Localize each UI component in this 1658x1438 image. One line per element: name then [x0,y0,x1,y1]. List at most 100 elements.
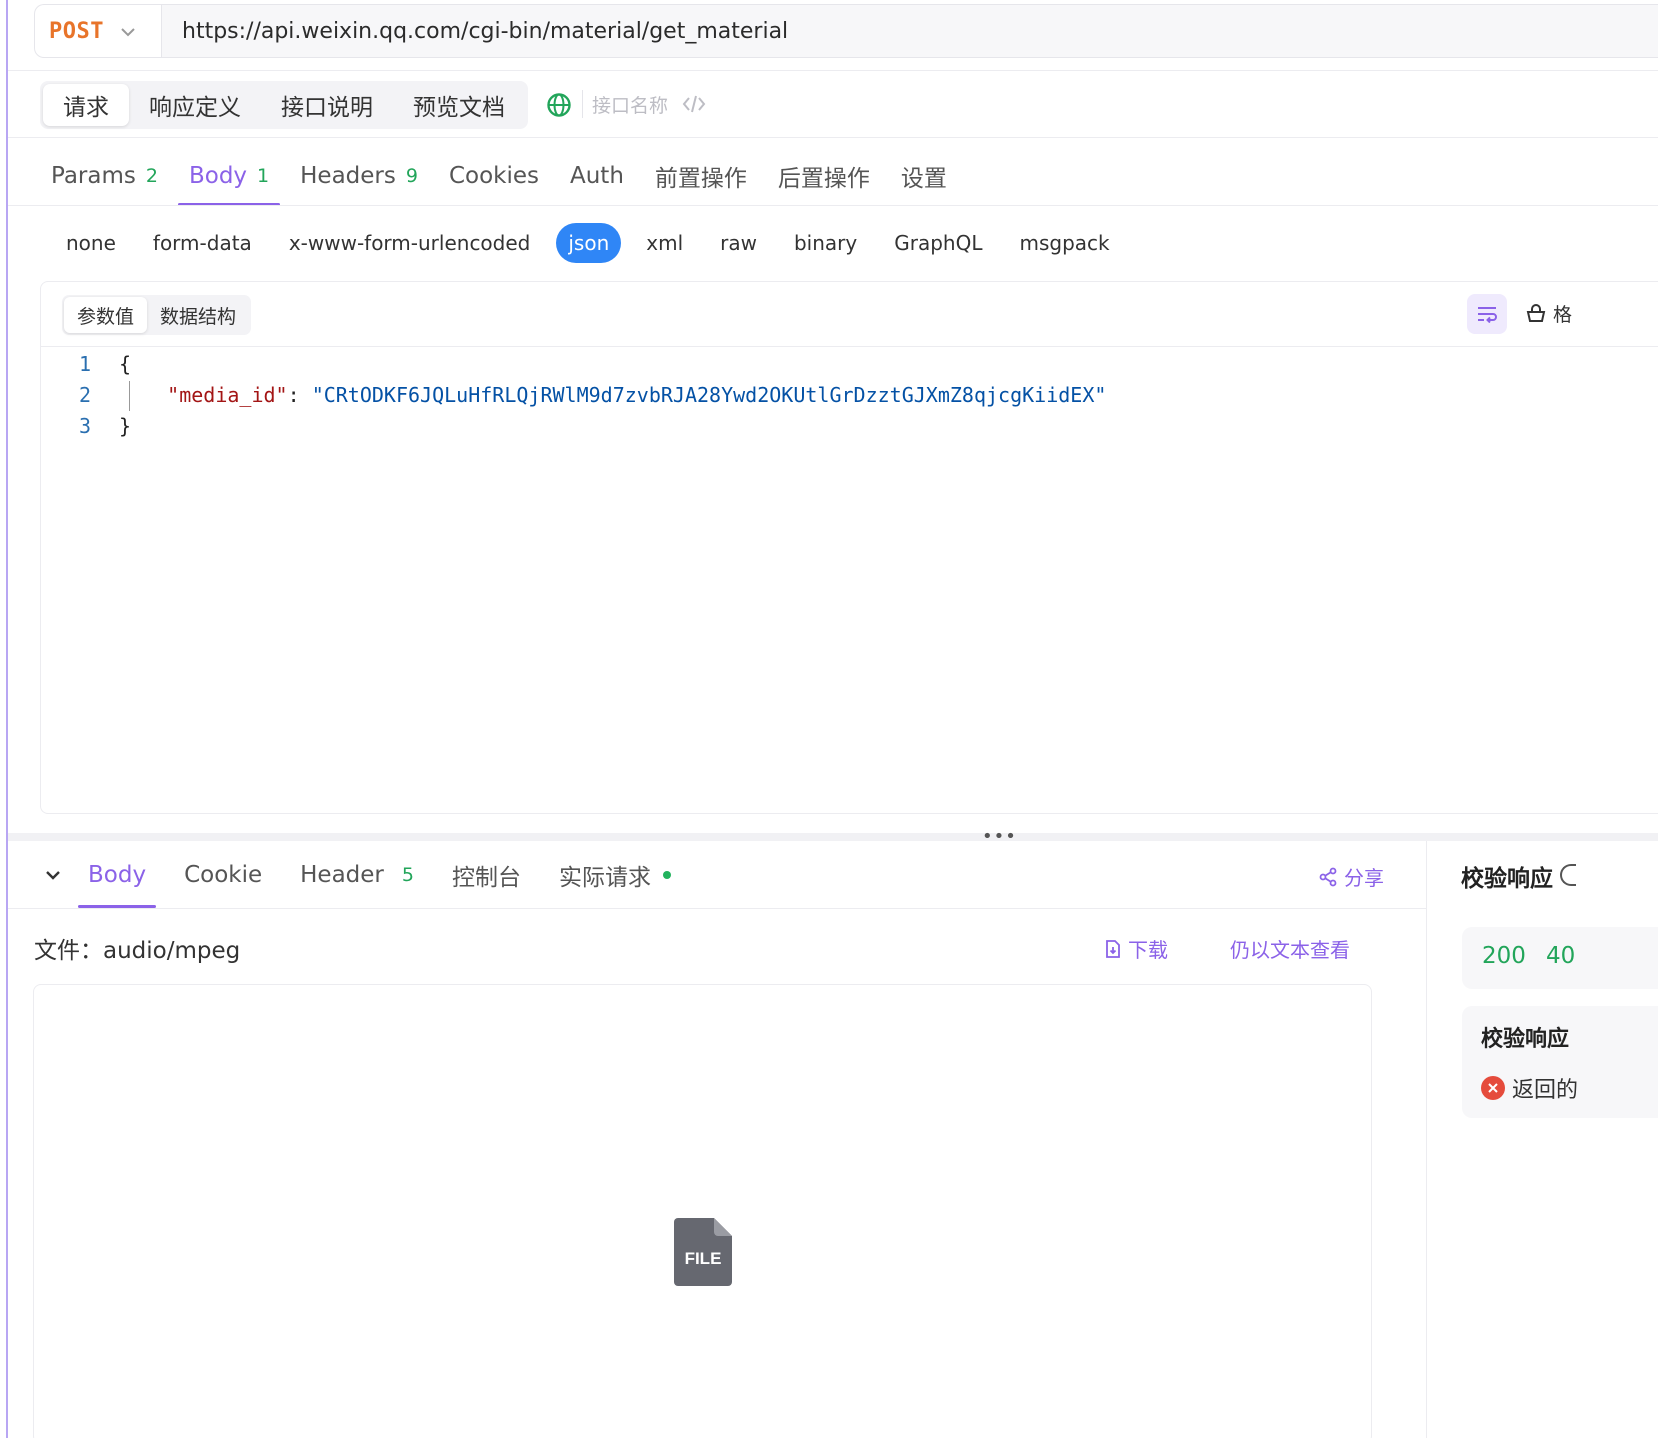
error-icon [1481,1076,1505,1100]
count-badge: 2 [145,165,158,187]
tab-body[interactable]: Body 1 [177,146,281,206]
tab-label: 设置 [900,166,947,192]
body-type-binary[interactable]: binary [776,223,875,263]
view-as-text-link[interactable]: 仍以文本查看 [1230,934,1350,963]
status-code-200[interactable]: 200 [1482,943,1526,969]
body-type-selector: none form-data x-www-form-urlencoded jso… [48,222,1129,264]
method-label: POST [49,18,104,44]
body-type-graphql[interactable]: GraphQL [876,223,1000,263]
top-tab-group: 请求 响应定义 接口说明 预览文档 [40,81,528,129]
format-label[interactable]: 格 [1553,300,1572,327]
drag-handle-icon[interactable]: ••• [982,826,1017,847]
download-label: 下载 [1128,938,1168,962]
divider [8,908,1426,909]
tab-label: 实际请求 [558,865,651,891]
tab-param-values[interactable]: 参数值 [64,297,148,333]
json-separator: : [287,382,312,407]
status-dot [662,871,671,879]
wrap-lines-button[interactable] [1467,294,1507,334]
toggle-icon[interactable] [1560,864,1576,886]
left-edge-line [6,0,8,1438]
validate-response-title: 校验响应 [1461,866,1553,892]
response-tabs: Body Cookie Header 5 控制台 实际请求 [30,842,699,908]
tab-response-header[interactable]: Header 5 [290,842,424,908]
collapse-button[interactable] [30,870,76,880]
chevron-down-icon [120,22,136,41]
tab-response-cookie[interactable]: Cookie [174,842,272,908]
json-value: "CRtODKF6JQLuHfRLQjRWlM9d7zvbRJA28Ywd2OK… [311,382,1107,407]
tab-label: Cookie [184,862,263,888]
api-name-input[interactable]: 接口名称 [592,90,668,118]
json-editor-panel: 参数值 数据结构 格 1 { 2 "media_id": "CRtODKF6JQ… [40,281,1658,814]
body-type-json[interactable]: json [556,223,622,263]
tab-response-definition[interactable]: 响应定义 [129,84,261,126]
share-label: 分享 [1344,866,1384,890]
body-type-xml[interactable]: xml [628,223,701,263]
code-text: "media_id": "CRtODKF6JQLuHfRLQjRWlM9d7zv… [101,383,1106,407]
tab-response-body[interactable]: Body [78,842,157,908]
count-badge: 5 [401,864,414,886]
tab-label: 前置操作 [654,166,747,192]
tab-api-description[interactable]: 接口说明 [261,84,393,126]
body-type-form-data[interactable]: form-data [135,223,270,263]
panel-splitter[interactable] [8,833,1658,841]
url-bar: POST https://api.weixin.qq.com/cgi-bin/m… [34,4,1658,58]
tab-request[interactable]: 请求 [43,84,129,126]
validation-error-text: 返回的 [1512,1078,1579,1103]
body-type-urlencoded[interactable]: x-www-form-urlencoded [271,223,549,263]
editor-mode-tabs: 参数值 数据结构 [62,295,252,335]
count-badge: 9 [405,165,418,187]
body-type-raw[interactable]: raw [702,223,775,263]
code-text: } [119,413,132,438]
divider [41,346,1658,347]
tab-pre-operations[interactable]: 前置操作 [644,146,758,206]
divider [8,137,1658,138]
tab-data-structure[interactable]: 数据结构 [147,297,249,333]
tab-headers[interactable]: Headers 9 [289,146,429,206]
code-line: 2 "media_id": "CRtODKF6JQLuHfRLQjRWlM9d7… [41,379,1106,410]
tab-settings[interactable]: 设置 [890,146,958,206]
code-line: 3 } [41,410,1106,441]
tab-label: Auth [570,163,624,189]
tab-label: Body [188,163,248,189]
json-key: "media_id" [167,382,288,407]
download-button[interactable]: 下载 [1104,934,1168,963]
divider [8,70,1658,71]
url-input[interactable]: https://api.weixin.qq.com/cgi-bin/materi… [162,5,1658,57]
validation-card-title: 校验响应 [1481,1027,1570,1052]
share-button[interactable]: 分享 [1318,862,1384,891]
file-icon-text: FILE [685,1249,722,1268]
status-code-4xx[interactable]: 40 [1546,943,1575,969]
body-type-msgpack[interactable]: msgpack [1001,223,1127,263]
code-line: 1 { [41,348,1106,379]
share-icon [1319,867,1337,886]
request-tabs: Params 2 Body 1 Headers 9 Cookies Auth 前置操作… [40,146,967,206]
code-icon[interactable] [682,94,706,118]
line-number: 2 [78,382,91,407]
tab-label: Cookies [448,163,539,189]
chevron-down-icon [46,871,60,880]
file-type-label: 文件：audio/mpeg [34,938,241,964]
format-icon[interactable] [1525,304,1547,328]
divider [8,205,1658,206]
tab-post-operations[interactable]: 后置操作 [767,146,881,206]
line-number: 1 [78,351,91,376]
divider [1426,841,1427,1438]
method-select[interactable]: POST [35,5,162,57]
code-text: { [119,351,132,376]
globe-icon[interactable] [546,92,572,122]
wrap-icon [1478,307,1497,323]
tab-label: 后置操作 [777,166,870,192]
code-area[interactable]: 1 { 2 "media_id": "CRtODKF6JQLuHfRLQjRWl… [41,348,1106,441]
body-type-none[interactable]: none [48,223,134,263]
tab-params[interactable]: Params 2 [40,146,169,206]
tab-actual-request[interactable]: 实际请求 [549,842,681,908]
tab-console[interactable]: 控制台 [442,842,531,908]
indent-guide [129,381,130,411]
tab-label: 控制台 [451,865,521,891]
tab-auth[interactable]: Auth [559,146,635,206]
tab-preview-doc[interactable]: 预览文档 [393,84,525,126]
download-file-icon [1106,939,1120,958]
line-number: 3 [78,413,91,438]
tab-cookies[interactable]: Cookies [438,146,550,206]
